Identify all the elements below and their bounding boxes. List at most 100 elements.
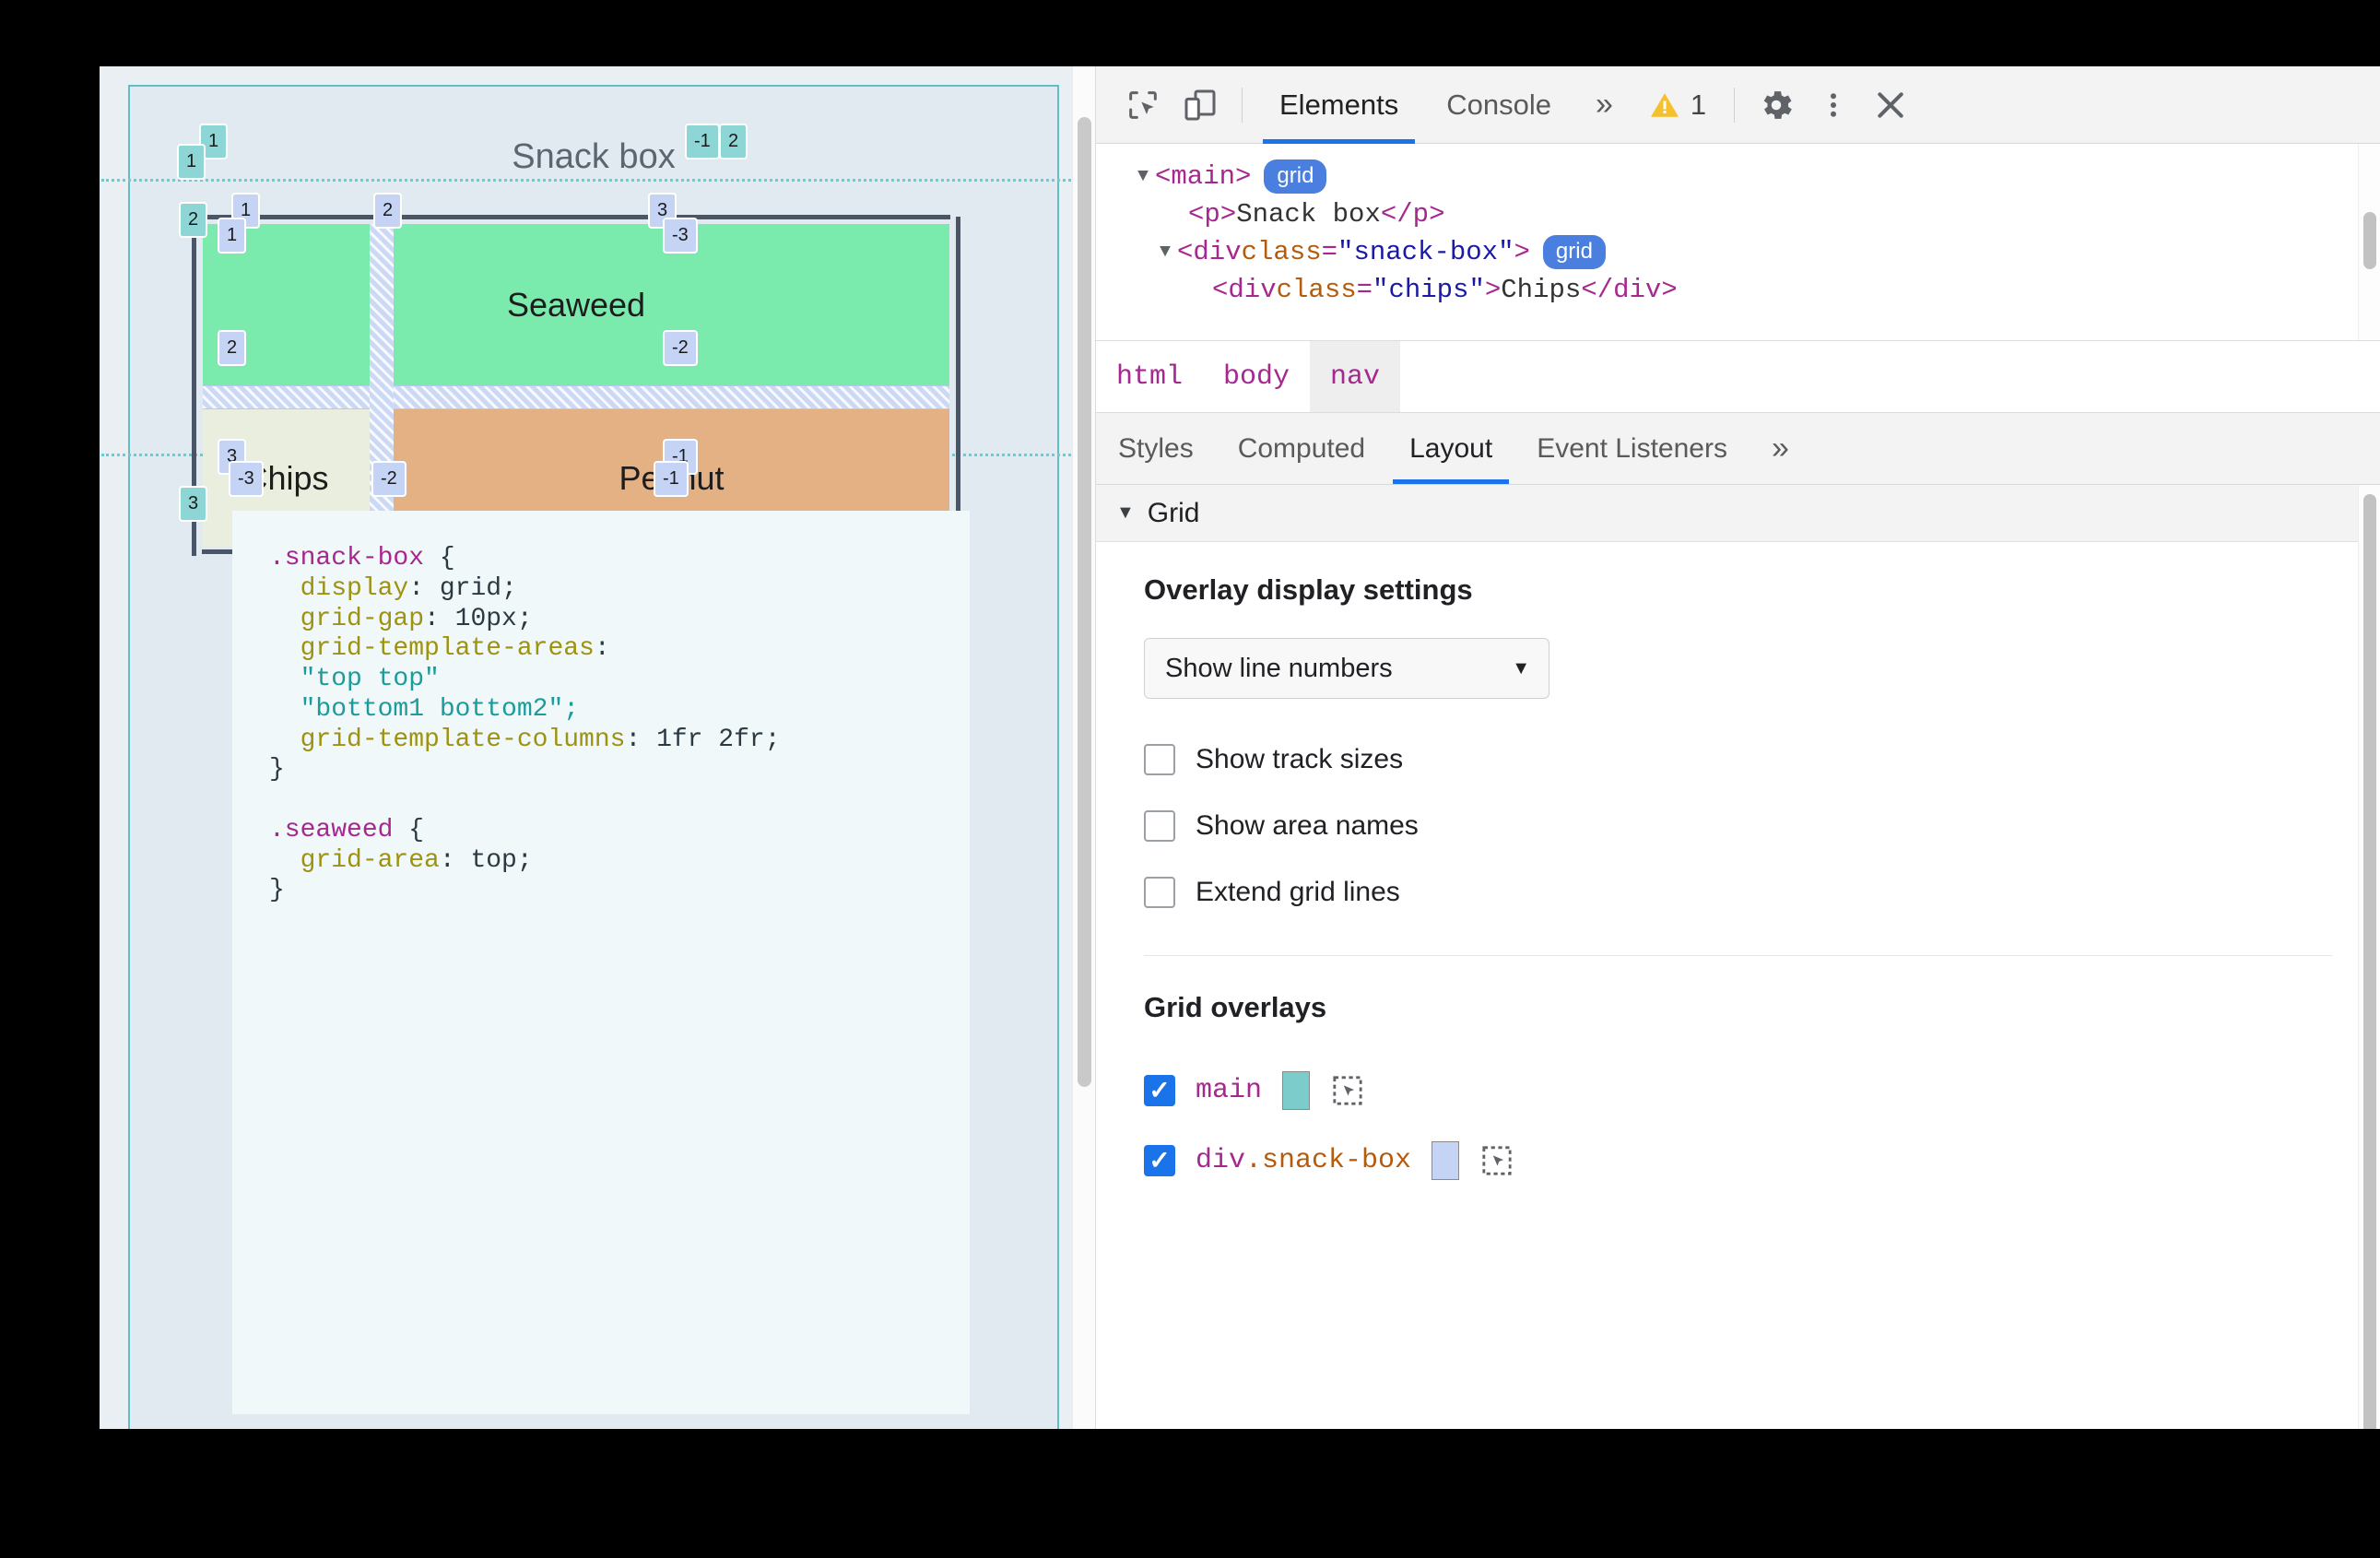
css-val-areas: :: [594, 634, 610, 664]
tab-layout[interactable]: Layout: [1387, 413, 1514, 484]
sidebar-tabs: Styles Computed Layout Event Listeners »: [1096, 413, 2380, 485]
close-icon[interactable]: [1862, 77, 1919, 134]
tab-elements-label: Elements: [1279, 88, 1399, 121]
breadcrumb-item-body[interactable]: body: [1203, 341, 1310, 412]
device-toolbar-icon[interactable]: [1172, 77, 1229, 134]
css-area-row2: "bottom1 bottom2";: [269, 694, 580, 724]
chevron-down-icon-select: ▼: [1512, 657, 1530, 679]
gear-icon[interactable]: [1748, 77, 1805, 134]
devtools-window: Snack box 1 1 -1 2 2 3 Seaweed Chips Pea…: [100, 66, 2380, 1429]
dom-node-p-open: <p>: [1188, 198, 1237, 230]
dom-node-chips-attrval: "chips": [1373, 275, 1485, 306]
grid-line-badge-sb-col-neg2: -2: [371, 461, 406, 497]
grid-line-badge-sb-row-neg2: -2: [663, 330, 698, 366]
dom-node-snackbox-attrval: "snack-box": [1337, 237, 1514, 268]
dom-node-snackbox-tag: <div: [1177, 237, 1242, 268]
grid-overlay-snackbox-checkbox[interactable]: [1144, 1145, 1175, 1176]
inspect-element-icon[interactable]: [1114, 77, 1172, 134]
dom-tree-scrollbar-thumb[interactable]: [2363, 212, 2376, 269]
node-picker-icon-main[interactable]: [1330, 1073, 1365, 1108]
dom-node-p[interactable]: <p> Snack box </p>: [1096, 196, 2380, 233]
dom-node-snackbox[interactable]: ▼ <div class = "snack-box" > grid: [1096, 232, 2380, 272]
grid-line-badge-main-col2: 2: [719, 124, 748, 159]
dom-node-main-tag: <main>: [1155, 160, 1252, 192]
checkbox-show-area-names-box[interactable]: [1144, 810, 1175, 842]
grid-line-top: [202, 215, 950, 219]
dom-node-p-close: </p>: [1380, 198, 1445, 230]
node-picker-icon-snackbox[interactable]: [1479, 1143, 1514, 1178]
more-vertical-icon[interactable]: [1805, 77, 1862, 134]
layout-pane-scrollbar-thumb[interactable]: [2363, 494, 2376, 1429]
grid-overlay-item-snackbox[interactable]: div.snack-box: [1144, 1126, 2332, 1196]
devtools-toolbar: Elements Console » 1: [1096, 66, 2380, 144]
grid-overlay-snackbox-color-swatch[interactable]: [1432, 1141, 1460, 1180]
grid-overlay-main-color-swatch[interactable]: [1282, 1071, 1311, 1110]
tab-console-label: Console: [1446, 88, 1551, 121]
dom-tree: ▼ <main> grid <p> Snack box </p> ▼ <div class…: [1096, 144, 2380, 341]
grid-line-badge-sb-col2: 2: [373, 193, 403, 229]
dom-node-chips[interactable]: <div class = "chips" > Chips </div>: [1096, 272, 2380, 309]
grid-overlay-snackbox-label[interactable]: div.snack-box: [1196, 1145, 1411, 1176]
grid-overlays-title: Grid overlays: [1144, 991, 1327, 1023]
toolbar-divider-1: [1242, 87, 1243, 123]
grid-overlay-main-checkbox[interactable]: [1144, 1075, 1175, 1106]
overlay-display-settings-title: Overlay display settings: [1144, 573, 1473, 606]
checkbox-extend-grid-lines-box[interactable]: [1144, 877, 1175, 908]
toolbar-divider-2: [1734, 87, 1736, 123]
breadcrumb-item-nav-label: nav: [1330, 360, 1381, 393]
tab-computed[interactable]: Computed: [1216, 413, 1387, 484]
checkbox-show-track-sizes-box[interactable]: [1144, 744, 1175, 775]
grid-line-badge-main-col-neg1: -1: [685, 124, 720, 159]
warning-triangle-icon: [1650, 92, 1679, 117]
grid-section-header[interactable]: ▼ Grid: [1096, 485, 2380, 542]
more-tabs-icon[interactable]: »: [1575, 66, 1633, 144]
grid-overlay-snackbox-tag: div: [1196, 1145, 1246, 1176]
tab-elements[interactable]: Elements: [1255, 66, 1422, 144]
chevron-down-icon[interactable]: ▼: [1116, 502, 1135, 524]
layout-pane: ▼ Grid Overlay display settings Show lin…: [1096, 485, 2380, 1429]
breadcrumb-item-html[interactable]: html: [1096, 341, 1203, 412]
tab-styles[interactable]: Styles: [1096, 413, 1216, 484]
css-prop-areas: grid-template-areas: [269, 634, 595, 664]
checkbox-show-track-sizes[interactable]: Show track sizes: [1144, 726, 2332, 793]
css-val-display: : grid;: [408, 573, 517, 603]
breadcrumb-item-html-label: html: [1116, 360, 1184, 393]
layout-pane-scrollbar[interactable]: [2358, 485, 2380, 1429]
grid-badge-snackbox[interactable]: grid: [1542, 235, 1606, 270]
devtools-panel: Elements Console » 1 ▼ <main> grid <p> S…: [1095, 66, 2380, 1429]
grid-overlay-main-tag: main: [1196, 1075, 1263, 1106]
expand-triangle-icon[interactable]: ▼: [1131, 166, 1155, 187]
main-grid-dashed-line-row2: [101, 179, 1093, 182]
grid-line-badge-sb-row-neg3: -3: [663, 218, 698, 254]
checkbox-extend-grid-lines[interactable]: Extend grid lines: [1144, 859, 2332, 926]
checkbox-show-area-names[interactable]: Show area names: [1144, 793, 2332, 859]
breadcrumb-item-nav[interactable]: nav: [1310, 341, 1401, 412]
expand-triangle-icon-2[interactable]: ▼: [1153, 242, 1177, 263]
grid-line-badge-main-row3: 3: [179, 486, 208, 522]
dom-node-chips-text: Chips: [1501, 275, 1582, 306]
dom-tree-scrollbar[interactable]: [2358, 144, 2380, 340]
viewport-scrollbar-thumb[interactable]: [1078, 117, 1091, 1087]
css-prop-columns: grid-template-columns: [269, 725, 626, 754]
dom-gt-1: >: [1514, 237, 1530, 268]
grid-overlay-item-main[interactable]: main: [1144, 1056, 2332, 1126]
line-label-select[interactable]: Show line numbers ▼: [1144, 638, 1549, 699]
tab-event-listeners[interactable]: Event Listeners: [1514, 413, 1750, 484]
warning-indicator[interactable]: 1: [1633, 89, 1721, 122]
dom-node-main[interactable]: ▼ <main> grid: [1096, 157, 2380, 196]
grid-overlay-main-label[interactable]: main: [1196, 1075, 1262, 1106]
checkbox-show-track-sizes-label: Show track sizes: [1196, 744, 1404, 774]
tab-styles-label: Styles: [1118, 432, 1194, 464]
css-prop-display: display: [269, 573, 409, 603]
dom-node-chips-tag: <div: [1212, 275, 1277, 306]
css-brace-open-1: {: [424, 544, 455, 572]
tab-console[interactable]: Console: [1422, 66, 1575, 144]
tab-event-listeners-label: Event Listeners: [1537, 432, 1727, 464]
css-brace-open-2: {: [393, 815, 425, 844]
css-prop-gridarea: grid-area: [269, 845, 440, 875]
snackbox-grid-overlay: Seaweed Chips Peanut: [192, 215, 960, 556]
viewport-scrollbar[interactable]: [1072, 66, 1095, 1429]
css-val-gridgap: : 10px;: [424, 604, 533, 633]
sidebar-more-tabs-icon[interactable]: »: [1750, 413, 1811, 484]
grid-badge-main[interactable]: grid: [1264, 159, 1327, 194]
